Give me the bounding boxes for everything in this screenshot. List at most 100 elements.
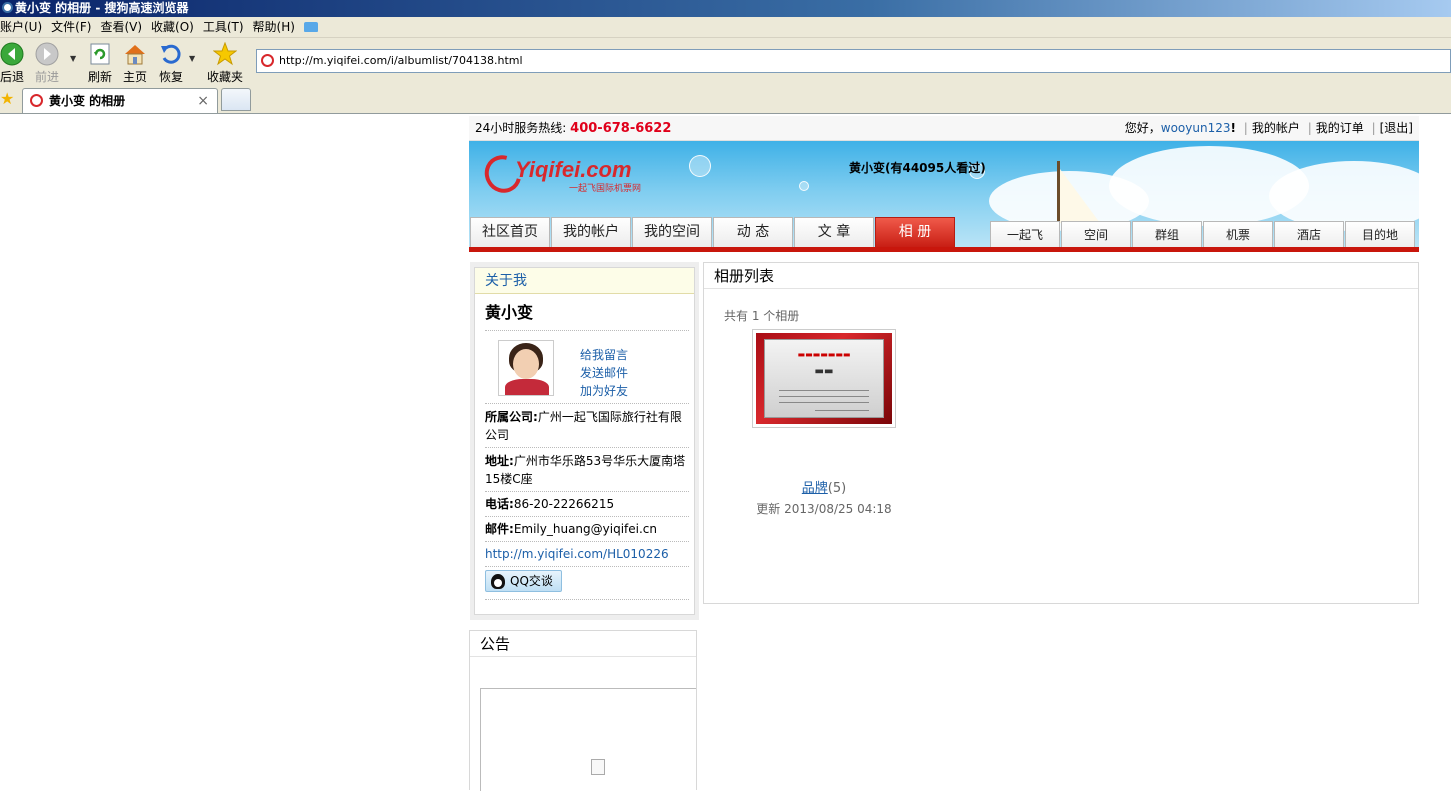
forward-button[interactable]: 前进: [35, 42, 59, 85]
undo-icon: [159, 42, 183, 66]
menu-help[interactable]: 帮助(H): [253, 20, 295, 34]
email-row: 邮件:Emily_huang@yiqifei.cn: [485, 520, 689, 542]
address-label: 地址:: [485, 454, 514, 468]
email-value: Emily_huang@yiqifei.cn: [513, 522, 657, 536]
qq-chat-label: QQ交谈: [510, 574, 553, 588]
sailboat-sail: [1060, 169, 1100, 223]
user-links: 您好，wooyun123! | 我的帐户 | 我的订单 | [退出]: [1125, 116, 1413, 141]
subnav-hotels[interactable]: 酒店: [1274, 221, 1344, 247]
album-count: 共有 1 个相册: [724, 309, 800, 323]
divider: |: [1371, 121, 1376, 135]
homepage-link[interactable]: http://m.yiqifei.com/HL010226: [485, 545, 689, 567]
nav-albums[interactable]: 相 册: [875, 217, 955, 247]
profile-card-row: [485, 332, 689, 404]
plaque-line: [779, 390, 869, 391]
album-title: 品牌(5): [704, 477, 944, 496]
tab-favicon-icon: [30, 94, 43, 107]
email-label: 邮件:: [485, 522, 514, 536]
nav-community-home[interactable]: 社区首页: [470, 217, 550, 247]
site-top-bar: 24小时服务热线: 400-678-6622 您好，wooyun123! | 我的…: [469, 116, 1419, 141]
main-nav: 社区首页 我的帐户 我的空间 动 态 文 章 相 册 一起飞 空间 群组 机票 …: [469, 217, 1419, 252]
favorites-star-icon[interactable]: ★: [0, 91, 14, 107]
bubble-decoration: [689, 155, 711, 177]
album-thumbnail[interactable]: ▬▬▬▬▬▬▬ ▬▬: [752, 329, 896, 428]
site-logo[interactable]: Yiqifei.com 一起飞国际机票网: [477, 148, 645, 200]
restore-dropdown-icon[interactable]: ▼: [189, 54, 195, 63]
bubble-decoration: [799, 181, 809, 191]
phone-label: 电话:: [485, 497, 514, 511]
album-cover-photo: ▬▬▬▬▬▬▬ ▬▬: [756, 333, 892, 424]
subnav-space[interactable]: 空间: [1061, 221, 1131, 247]
back-label: 后退: [0, 70, 25, 84]
my-account-link[interactable]: 我的帐户: [1252, 121, 1300, 135]
album-name-link[interactable]: 品牌: [802, 481, 828, 496]
subnav-destinations[interactable]: 目的地: [1345, 221, 1415, 247]
broken-image-icon: [591, 759, 605, 775]
visit-count: 黄小变(有44095人看过): [849, 161, 986, 175]
address-bar[interactable]: http://m.yiqifei.com/i/albumlist/704138.…: [256, 49, 1451, 73]
nav-my-account[interactable]: 我的帐户: [551, 217, 631, 247]
hotline-number: 400-678-6622: [570, 121, 672, 136]
back-button[interactable]: 后退: [0, 42, 24, 85]
window-titlebar: 黄小变 的相册 - 搜狗高速浏览器: [0, 0, 1451, 17]
album-updated: 更新 2013/08/25 04:18: [756, 502, 892, 516]
logout-link[interactable]: [退出]: [1380, 121, 1413, 135]
star-icon: [212, 41, 238, 66]
album-list-heading: 相册列表: [704, 263, 1418, 289]
browser-toolbar: 后退 前进 ▼ 刷新 主页 恢复 ▼ 收藏夹 http://m.yiqifei.…: [0, 38, 1451, 86]
site-banner: Yiqifei.com 一起飞国际机票网 黄小变(有44095人看过) 社区首页…: [469, 141, 1419, 252]
favorites-button[interactable]: 收藏夹: [207, 41, 244, 85]
menu-favorites[interactable]: 收藏(O): [151, 20, 194, 34]
forward-dropdown-icon[interactable]: ▼: [70, 54, 76, 63]
menu-account[interactable]: 账户(U): [0, 20, 42, 34]
nav-my-space[interactable]: 我的空间: [632, 217, 712, 247]
skin-icon[interactable]: [303, 22, 318, 32]
menu-view[interactable]: 查看(V): [100, 20, 142, 34]
qq-penguin-belly: [494, 579, 502, 587]
phone-row: 电话:86-20-22266215: [485, 495, 689, 517]
my-orders-link[interactable]: 我的订单: [1316, 121, 1364, 135]
subnav-flights[interactable]: 机票: [1203, 221, 1273, 247]
username-link[interactable]: wooyun123: [1161, 121, 1231, 135]
notice-frame: [480, 688, 696, 791]
new-tab-button[interactable]: [221, 88, 251, 111]
divider: |: [1243, 121, 1248, 135]
about-panel: 关于我 黄小变 给我留言 发送邮件 加为好友 所属公司:广州一起飞国际旅行社有限…: [474, 267, 695, 615]
plaque-title-line: ▬▬▬▬▬▬▬: [797, 350, 851, 359]
divider: |: [1307, 121, 1312, 135]
restore-button[interactable]: 恢复: [159, 42, 183, 85]
browser-logo-icon: [2, 2, 13, 13]
nav-activity[interactable]: 动 态: [713, 217, 793, 247]
tab-title: 黄小变 的相册: [49, 94, 126, 108]
favorites-label: 收藏夹: [207, 70, 244, 84]
divider: [485, 594, 689, 600]
refresh-button[interactable]: 刷新: [88, 42, 112, 85]
refresh-label: 刷新: [88, 70, 113, 84]
plaque-subtitle-line: ▬▬: [814, 366, 834, 377]
back-arrow-icon: [0, 42, 24, 66]
forward-arrow-icon: [35, 42, 59, 66]
address-value: 广州市华乐路53号华乐大厦南塔15楼C座: [485, 454, 686, 486]
subnav-groups[interactable]: 群组: [1132, 221, 1202, 247]
nav-underline: [469, 247, 1419, 252]
home-icon: [123, 42, 147, 66]
address-url[interactable]: http://m.yiqifei.com/i/albumlist/704138.…: [279, 54, 523, 67]
profile-name: 黄小变: [485, 303, 534, 322]
browser-tab-active[interactable]: 黄小变 的相册 ×: [22, 88, 218, 113]
refresh-icon: [88, 42, 112, 66]
menu-file[interactable]: 文件(F): [51, 20, 91, 34]
nav-articles[interactable]: 文 章: [794, 217, 874, 247]
home-button[interactable]: 主页: [123, 42, 147, 85]
forward-label: 前进: [35, 70, 60, 84]
plaque-image: ▬▬▬▬▬▬▬ ▬▬: [764, 339, 884, 418]
hotline-label: 24小时服务热线:: [475, 121, 567, 135]
company-label: 所属公司:: [485, 410, 538, 424]
menu-tools[interactable]: 工具(T): [203, 20, 244, 34]
album-list-panel: 相册列表 共有 1 个相册 ▬▬▬▬▬▬▬ ▬▬ 品牌(5) 更新 2013/0…: [703, 262, 1419, 604]
tab-close-icon[interactable]: ×: [197, 89, 209, 113]
subnav-yiqifei[interactable]: 一起飞: [990, 221, 1060, 247]
address-row: 地址:广州市华乐路53号华乐大厦南塔15楼C座: [485, 452, 689, 492]
qq-chat-button[interactable]: QQ交谈: [485, 570, 562, 592]
plaque-line: [779, 402, 869, 403]
restore-label: 恢复: [159, 70, 184, 84]
